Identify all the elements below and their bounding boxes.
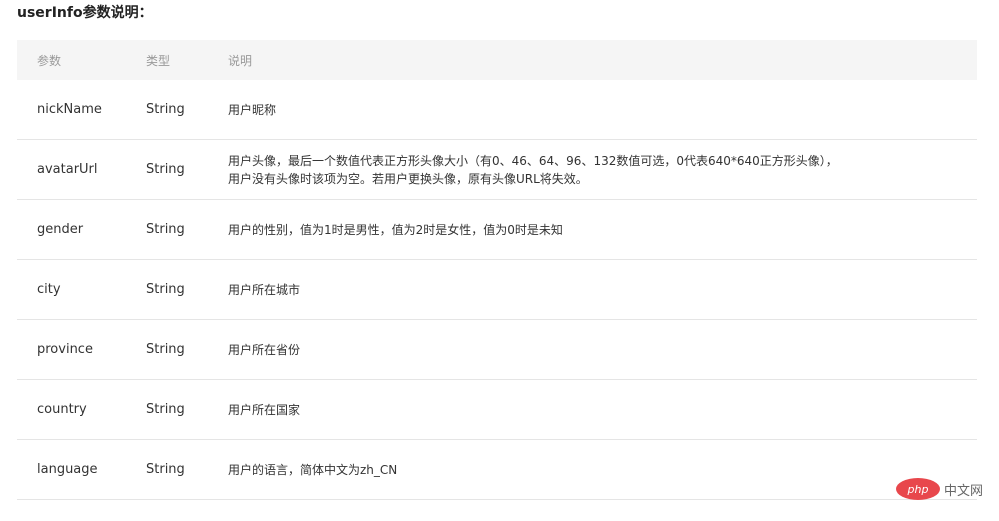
- param-name: language: [17, 439, 126, 500]
- table-header-row: 参数 类型 说明: [17, 40, 977, 80]
- header-type: 类型: [126, 40, 208, 80]
- table-row: province String 用户所在省份: [17, 319, 977, 380]
- header-description: 说明: [208, 40, 977, 80]
- section-title: userInfo参数说明：: [17, 5, 153, 21]
- description-line: 用户没有头像时该项为空。若用户更换头像，原有头像URL将失效。: [228, 171, 588, 186]
- param-name: province: [17, 319, 126, 380]
- param-name: city: [17, 259, 126, 320]
- param-type: String: [126, 259, 208, 320]
- table-row: avatarUrl String 用户头像，最后一个数值代表正方形头像大小（有0…: [17, 139, 977, 200]
- param-type: String: [126, 139, 208, 200]
- param-name: nickName: [17, 80, 126, 140]
- description-line: 用户所在国家: [228, 402, 301, 417]
- param-description: 用户头像，最后一个数值代表正方形头像大小（有0、46、64、96、132数值可选…: [208, 139, 977, 200]
- description-line: 用户的语言，简体中文为zh_CN: [228, 462, 398, 477]
- param-description: 用户的语言，简体中文为zh_CN: [208, 439, 977, 500]
- param-name: avatarUrl: [17, 139, 126, 200]
- table-row: country String 用户所在国家: [17, 379, 977, 440]
- table-row: gender String 用户的性别，值为1时是男性，值为2时是女性，值为0时…: [17, 199, 977, 260]
- description-line: 用户头像，最后一个数值代表正方形头像大小（有0、46、64、96、132数值可选…: [228, 153, 838, 168]
- param-name: country: [17, 379, 126, 440]
- table-row: nickName String 用户昵称: [17, 80, 977, 140]
- param-type: String: [126, 199, 208, 260]
- php-logo: php: [896, 478, 940, 500]
- param-table: 参数 类型 说明 nickName String 用户昵称 avatarUrl …: [17, 40, 977, 500]
- table-row: city String 用户所在城市: [17, 259, 977, 320]
- php-cn-watermark: php 中文网: [896, 478, 992, 500]
- param-type: String: [126, 439, 208, 500]
- param-type: String: [126, 80, 208, 140]
- table-row: language String 用户的语言，简体中文为zh_CN: [17, 439, 977, 500]
- param-type: String: [126, 319, 208, 380]
- description-line: 用户昵称: [228, 102, 277, 117]
- header-param: 参数: [17, 40, 126, 80]
- param-description: 用户所在城市: [208, 259, 977, 320]
- param-description: 用户的性别，值为1时是男性，值为2时是女性，值为0时是未知: [208, 199, 977, 260]
- param-description: 用户所在国家: [208, 379, 977, 440]
- param-type: String: [126, 379, 208, 440]
- description-line: 用户所在省份: [228, 342, 301, 357]
- param-description: 用户所在省份: [208, 319, 977, 380]
- watermark-site-text: 中文网: [944, 483, 984, 499]
- description-line: 用户的性别，值为1时是男性，值为2时是女性，值为0时是未知: [228, 222, 563, 237]
- param-name: gender: [17, 199, 126, 260]
- description-line: 用户所在城市: [228, 282, 301, 297]
- param-description: 用户昵称: [208, 80, 977, 140]
